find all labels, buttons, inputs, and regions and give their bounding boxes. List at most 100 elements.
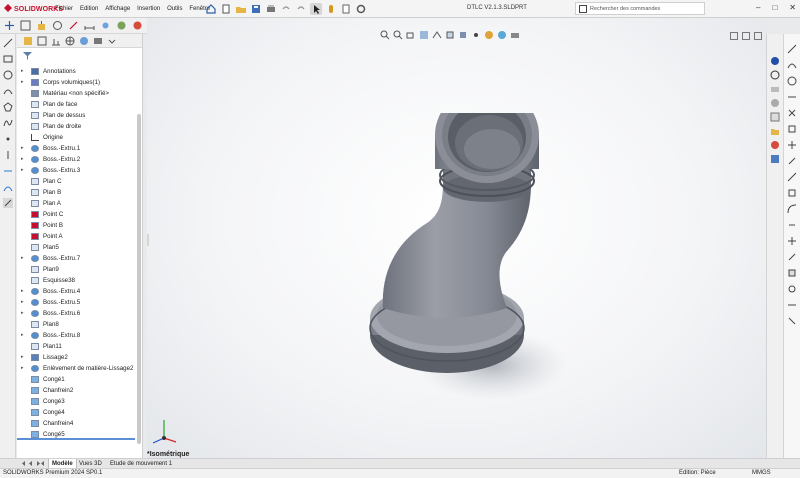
view-settings-icon[interactable]	[510, 30, 520, 40]
gray-sphere-icon[interactable]	[770, 98, 780, 108]
line-tool-icon[interactable]	[3, 38, 13, 48]
file-explorer-icon[interactable]	[787, 76, 797, 86]
smart-dimension-icon[interactable]	[100, 20, 111, 31]
solidworks-forum-icon[interactable]	[787, 140, 797, 150]
menu-insert[interactable]: Insertion	[137, 6, 160, 12]
feature-tree-item[interactable]: Matériau <non spécifié>	[19, 88, 137, 99]
zoom-to-area-icon[interactable]	[393, 30, 403, 40]
dynamic-annotation-icon[interactable]	[432, 30, 442, 40]
spline-tool-icon[interactable]	[3, 118, 13, 128]
quick-snaps-icon[interactable]	[787, 284, 797, 294]
feature-tree-item[interactable]: Point C	[19, 209, 137, 220]
feature-tree-item[interactable]: Plan de dessus	[19, 110, 137, 121]
feature-tree-item[interactable]: ▸ Annotations	[19, 66, 137, 77]
minimize-icon[interactable]: –	[756, 3, 760, 12]
feature-tree-item[interactable]: ▸ Lissage2	[19, 352, 137, 363]
feature-tree-item[interactable]: Point A	[19, 231, 137, 242]
display-manager-tab-icon[interactable]	[79, 36, 89, 46]
rebuild-icon[interactable]	[325, 3, 337, 15]
feature-tree-item[interactable]: Congé3	[19, 396, 137, 407]
folder-icon[interactable]	[770, 126, 780, 136]
dimxpert-tab-icon[interactable]	[65, 36, 75, 46]
circle-tool-icon[interactable]	[3, 70, 13, 80]
custom-properties-icon[interactable]	[770, 154, 780, 164]
sketch-fillet-icon[interactable]	[787, 204, 797, 214]
repair-sketch-icon[interactable]	[787, 268, 797, 278]
feature-tree-item[interactable]: ▸ Boss.-Extru.2	[19, 154, 137, 165]
panel-collapse-handle[interactable]	[147, 234, 149, 246]
feature-tree-item[interactable]: Plan A	[19, 198, 137, 209]
design-library-icon[interactable]	[787, 60, 797, 70]
expand-arrow-icon[interactable]: ▸	[21, 297, 24, 308]
filter-icon[interactable]	[23, 51, 32, 60]
viewport-close-icon[interactable]	[754, 32, 762, 40]
options-gear-icon[interactable]	[355, 3, 367, 15]
viewport-restore-icon[interactable]	[742, 32, 750, 40]
appearances-icon[interactable]	[787, 108, 797, 118]
redo-icon[interactable]	[295, 3, 307, 15]
dimension-icon[interactable]	[84, 20, 95, 31]
feature-tree-item[interactable]: Plan8	[19, 319, 137, 330]
hide-show-items-icon[interactable]	[471, 30, 481, 40]
apply-scene-icon[interactable]	[497, 30, 507, 40]
view-palette-icon[interactable]	[787, 92, 797, 102]
scene-icon[interactable]	[770, 112, 780, 122]
feature-tree-item[interactable]: ▸ Boss.-Extru.3	[19, 165, 137, 176]
polygon-tool-icon[interactable]	[3, 102, 13, 112]
feature-tree-item[interactable]: Origine	[19, 132, 137, 143]
feature-tree-item[interactable]: Point B	[19, 220, 137, 231]
feature-tree-item[interactable]: Plan B	[19, 187, 137, 198]
new-document-icon[interactable]	[220, 3, 232, 15]
expand-arrow-icon[interactable]: ▸	[21, 77, 24, 88]
part-model[interactable]	[347, 113, 587, 413]
sphere-shaded-icon[interactable]	[770, 56, 780, 66]
viewport-minimize-icon[interactable]	[730, 32, 738, 40]
property-manager-tab-icon[interactable]	[37, 36, 47, 46]
convert-entities-icon[interactable]	[787, 188, 797, 198]
circle-outline-icon[interactable]	[770, 70, 780, 80]
point-tool-icon[interactable]	[3, 134, 13, 144]
select-pointer-icon[interactable]	[310, 3, 322, 15]
feature-tree-tab-icon[interactable]	[23, 36, 33, 46]
previous-view-icon[interactable]	[406, 30, 416, 40]
feature-tree-item[interactable]: ▸ Boss.-Extru.6	[19, 308, 137, 319]
expand-arrow-icon[interactable]: ▸	[21, 154, 24, 165]
rectangle-tool-icon[interactable]	[3, 54, 13, 64]
plane-tool-icon[interactable]	[770, 84, 780, 94]
relations-icon[interactable]	[787, 252, 797, 262]
feature-tree-item[interactable]: Plan C	[19, 176, 137, 187]
move-icon[interactable]	[4, 20, 15, 31]
expand-arrow-icon[interactable]: ▸	[21, 330, 24, 341]
edit-appearance-icon[interactable]	[484, 30, 494, 40]
print-icon[interactable]	[265, 3, 277, 15]
rapid-sketch-icon[interactable]	[787, 300, 797, 310]
display-style-icon[interactable]	[458, 30, 468, 40]
file-properties-icon[interactable]	[340, 3, 352, 15]
menu-view[interactable]: Affichage	[105, 6, 130, 12]
trim-entities-icon[interactable]	[787, 172, 797, 182]
graphics-area[interactable]: *Isométrique	[147, 18, 766, 458]
close-icon[interactable]: ✕	[789, 3, 796, 12]
sketch-mode-icon[interactable]	[3, 198, 13, 208]
feature-tree-item[interactable]: Chanfrein4	[19, 418, 137, 429]
feature-tree-item[interactable]: Congé4	[19, 407, 137, 418]
menu-file[interactable]: Fichier	[55, 6, 73, 12]
expand-arrow-icon[interactable]: ▸	[21, 143, 24, 154]
sketch-icon[interactable]	[68, 20, 79, 31]
feature-tree-item[interactable]: Plan9	[19, 264, 137, 275]
feature-tree-item[interactable]: Plan11	[19, 341, 137, 352]
instant2d-icon[interactable]	[787, 316, 797, 326]
custom-props-icon[interactable]	[787, 124, 797, 134]
feature-tree-item[interactable]: ▸ Boss.-Extru.4	[19, 286, 137, 297]
feature-tree-scrollbar[interactable]	[137, 114, 141, 444]
cam-tab-icon[interactable]	[93, 36, 103, 46]
feature-tree-item[interactable]: Chanfrein2	[19, 385, 137, 396]
rollback-bar[interactable]	[17, 438, 135, 440]
menu-edit[interactable]: Edition	[80, 6, 98, 12]
appearance-icon[interactable]	[132, 20, 143, 31]
view-orientation-icon[interactable]	[445, 30, 455, 40]
zoom-to-fit-icon[interactable]	[380, 30, 390, 40]
sphere-icon[interactable]	[116, 20, 127, 31]
task-pane-resources-icon[interactable]	[787, 44, 797, 54]
feature-tree-item[interactable]: ▸ Enlèvement de matière-Lissage2	[19, 363, 137, 374]
